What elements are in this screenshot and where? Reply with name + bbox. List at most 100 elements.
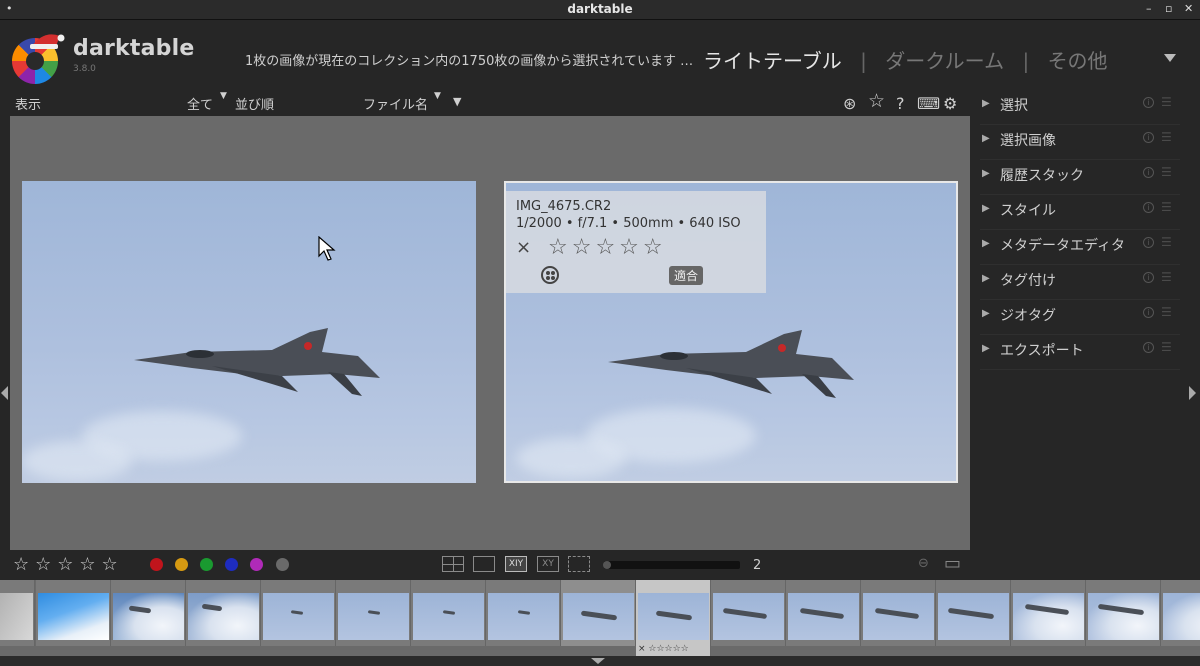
presets-menu-icon[interactable]: ☰ — [1161, 305, 1172, 319]
collapse-filmstrip-icon[interactable] — [591, 658, 605, 664]
reset-icon[interactable]: i — [1143, 342, 1154, 353]
module-label: メタデータエディタ — [1000, 238, 1126, 254]
sort-dropdown-arrow-icon[interactable]: ▼ — [434, 91, 441, 101]
collapse-right-panel-icon[interactable] — [1189, 386, 1196, 400]
close-icon[interactable]: ✕ — [1184, 2, 1193, 15]
expand-arrow-icon: ▶ — [982, 308, 990, 319]
color-label-purple[interactable] — [250, 558, 263, 571]
expand-arrow-icon: ▶ — [982, 203, 990, 214]
module-label: タグ付け — [1000, 273, 1056, 289]
filmstrip-thumbnail[interactable] — [1161, 580, 1200, 646]
zoom-slider-handle[interactable] — [603, 561, 611, 569]
module-selected-images[interactable]: ▶ 選択画像 i ☰ — [980, 125, 1180, 160]
module-label: エクスポート — [1000, 343, 1084, 359]
module-tagging[interactable]: ▶ タグ付け i ☰ — [980, 265, 1180, 300]
filmstrip-thumbnail[interactable] — [861, 580, 936, 646]
filmstrip-thumbnail[interactable] — [0, 580, 35, 646]
reject-icon[interactable]: × — [516, 237, 531, 258]
help-icon[interactable]: ? — [896, 94, 905, 113]
color-label-blue[interactable] — [225, 558, 238, 571]
reset-icon[interactable]: i — [1143, 132, 1154, 143]
presets-menu-icon[interactable]: ☰ — [1161, 270, 1172, 284]
mouse-cursor-icon — [318, 236, 336, 261]
view-lighttable[interactable]: ライトテーブル — [703, 49, 842, 73]
module-select[interactable]: ▶ 選択 i ☰ — [980, 90, 1180, 125]
filter-dropdown[interactable]: 全て — [187, 94, 213, 113]
reset-icon[interactable]: i — [1143, 272, 1154, 283]
presets-menu-icon[interactable]: ☰ — [1161, 235, 1172, 249]
filmstrip-thumbnail-selected[interactable] — [561, 580, 636, 646]
zoom-slider[interactable] — [604, 561, 740, 569]
display-profile-icon[interactable]: ▭ — [944, 553, 961, 574]
app-name: darktable — [73, 36, 195, 61]
jet-image-right — [608, 330, 854, 398]
thumbnail-rating[interactable]: × ☆☆☆☆☆ — [638, 644, 689, 654]
zoom-value[interactable]: 2 — [753, 558, 761, 573]
filmstrip-thumbnail[interactable] — [786, 580, 861, 646]
presets-menu-icon[interactable]: ☰ — [1161, 165, 1172, 179]
culling-layout-icon[interactable]: XIY — [505, 556, 527, 572]
overlay-exif: 1/2000 • f/7.1 • 500mm • 640 ISO — [516, 216, 741, 231]
color-label-red[interactable] — [150, 558, 163, 571]
presets-menu-icon[interactable]: ☰ — [1161, 95, 1172, 109]
filmstrip-thumbnail[interactable] — [1086, 580, 1161, 646]
module-label: 履歴スタック — [1000, 168, 1084, 184]
keyboard-shortcuts-icon[interactable]: ⌨ — [917, 94, 940, 113]
preview-layout-icon[interactable] — [568, 556, 590, 572]
module-styles[interactable]: ▶ スタイル i ☰ — [980, 195, 1180, 230]
view-darkroom[interactable]: ダークルーム — [885, 49, 1004, 73]
image-right-selected[interactable]: IMG_4675.CR2 1/2000 • f/7.1 • 500mm • 64… — [504, 181, 958, 483]
view-other[interactable]: その他 — [1048, 49, 1108, 73]
module-export[interactable]: ▶ エクスポート i ☰ — [980, 335, 1180, 370]
filmstrip-thumbnail[interactable] — [711, 580, 786, 646]
maximize-icon[interactable]: ▫ — [1165, 2, 1172, 15]
filmstrip-thumbnail[interactable] — [1011, 580, 1086, 646]
filmstrip-thumbnail[interactable] — [486, 580, 561, 646]
filemanager-layout-icon[interactable] — [442, 556, 464, 572]
presets-menu-icon[interactable]: ☰ — [1161, 340, 1172, 354]
collection-info: 1枚の画像が現在のコレクション内の1750枚の画像から選択されています … — [245, 54, 694, 69]
minimize-icon[interactable]: – — [1146, 2, 1152, 15]
preferences-gear-icon[interactable]: ⚙ — [943, 94, 957, 113]
expand-arrow-icon: ▶ — [982, 133, 990, 144]
color-label-clear[interactable] — [276, 558, 289, 571]
grouping-icon[interactable]: ⊛ — [843, 94, 856, 113]
expand-left-panel-icon[interactable] — [1, 386, 8, 400]
group-icon[interactable] — [541, 266, 559, 284]
filmstrip-thumbnail[interactable] — [36, 580, 111, 646]
module-metadata-editor[interactable]: ▶ メタデータエディタ i ☰ — [980, 230, 1180, 265]
star-rating-filter[interactable]: ☆☆☆☆☆ — [13, 554, 124, 575]
sort-label: 並び順 — [235, 98, 275, 113]
filmstrip-thumbnail[interactable] — [186, 580, 261, 646]
zoomable-layout-icon[interactable] — [473, 556, 495, 572]
filmstrip-thumbnail[interactable] — [336, 580, 411, 646]
filmstrip-thumbnail[interactable] — [261, 580, 336, 646]
overlay-star-icon[interactable]: ☆ — [868, 90, 885, 112]
module-geotagging[interactable]: ▶ ジオタグ i ☰ — [980, 300, 1180, 335]
focus-detection-icon[interactable]: ⊖ — [918, 556, 929, 571]
right-panel: ▶ 選択 i ☰ ▶ 選択画像 i ☰ ▶ 履歴スタック i ☰ ▶ スタイル … — [970, 90, 1185, 580]
reset-icon[interactable]: i — [1143, 167, 1154, 178]
module-label: 選択 — [1000, 98, 1028, 114]
view-dropdown-icon[interactable] — [1164, 54, 1176, 62]
filmstrip-thumbnail-hovered[interactable]: × ☆☆☆☆☆ — [636, 580, 711, 656]
sort-dropdown[interactable]: ファイル名 — [363, 94, 428, 113]
overlay-star-rating[interactable]: ☆☆☆☆☆ — [548, 235, 667, 260]
reset-icon[interactable]: i — [1143, 237, 1154, 248]
reset-icon[interactable]: i — [1143, 202, 1154, 213]
sort-order-icon[interactable]: ▼ — [453, 95, 461, 108]
module-history-stack[interactable]: ▶ 履歴スタック i ☰ — [980, 160, 1180, 195]
filmstrip-thumbnail[interactable] — [936, 580, 1011, 646]
color-label-yellow[interactable] — [175, 558, 188, 571]
reset-icon[interactable]: i — [1143, 97, 1154, 108]
filter-dropdown-arrow-icon[interactable]: ▼ — [220, 91, 227, 101]
filmstrip-thumbnail[interactable] — [111, 580, 186, 646]
reset-icon[interactable]: i — [1143, 307, 1154, 318]
color-label-green[interactable] — [200, 558, 213, 571]
image-left[interactable] — [22, 181, 476, 483]
culling-dynamic-layout-icon[interactable]: XY — [537, 556, 559, 572]
presets-menu-icon[interactable]: ☰ — [1161, 200, 1172, 214]
fit-button[interactable]: 適合 — [669, 266, 704, 285]
filmstrip-thumbnail[interactable] — [411, 580, 486, 646]
presets-menu-icon[interactable]: ☰ — [1161, 130, 1172, 144]
